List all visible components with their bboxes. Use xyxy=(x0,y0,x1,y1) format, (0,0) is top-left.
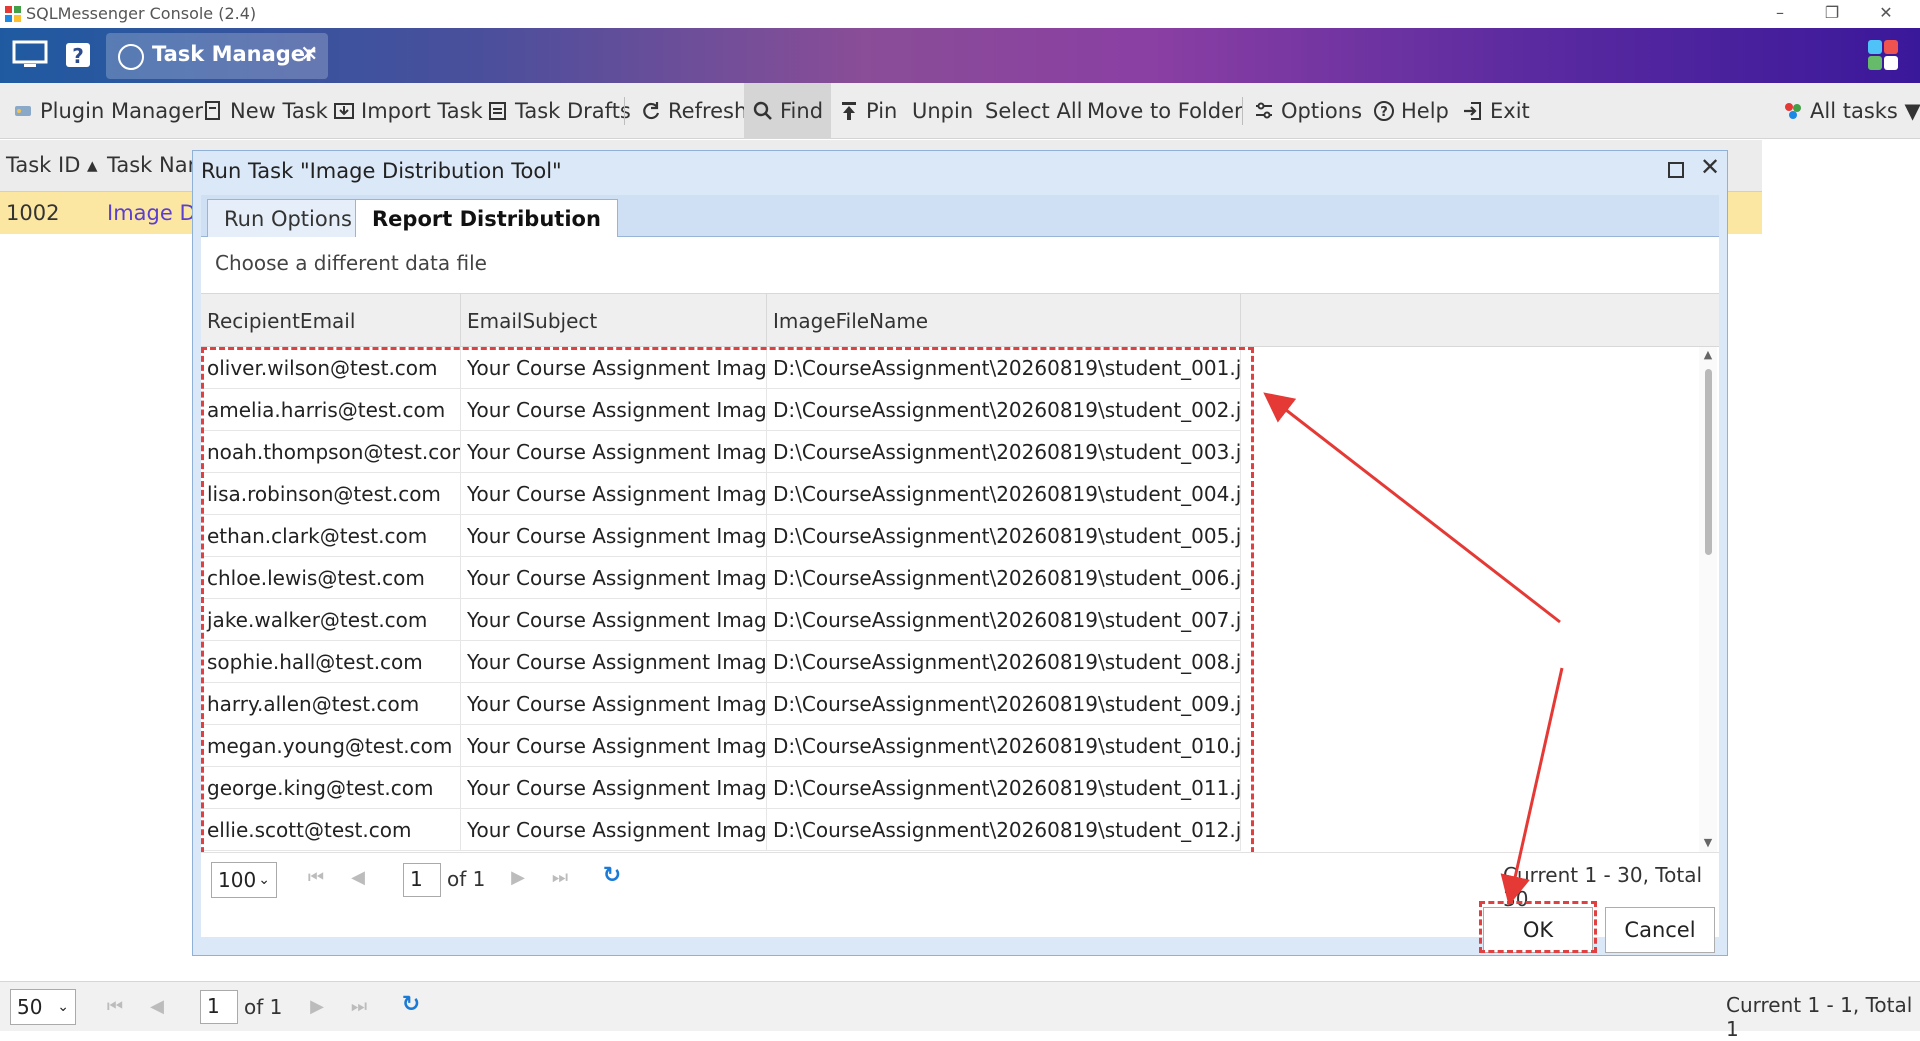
column-recipient-email[interactable]: RecipientEmail xyxy=(201,294,461,348)
prev-page-icon[interactable]: ◀ xyxy=(146,996,168,1018)
help-icon: ? xyxy=(1374,101,1394,121)
plugin-manager-button[interactable]: Plugin Manager xyxy=(12,83,203,139)
new-task-button[interactable]: New Task xyxy=(202,83,328,139)
report-distribution-panel: Choose a different data file RecipientEm… xyxy=(201,237,1719,937)
task-filter-dropdown[interactable]: All tasks ▼ xyxy=(1782,83,1920,139)
new-task-icon xyxy=(205,101,220,120)
toolbar-separator xyxy=(624,97,625,125)
next-page-icon[interactable]: ▶ xyxy=(507,867,529,889)
options-button[interactable]: Options xyxy=(1253,83,1362,139)
dialog-close-icon[interactable]: ✕ xyxy=(1697,155,1723,181)
dialog-page-size-select[interactable]: 100 ⌄ xyxy=(211,862,277,898)
main-toolbar: Plugin Manager New Task Import Task Task… xyxy=(0,83,1920,139)
first-page-icon[interactable]: ⏮ xyxy=(305,867,327,889)
close-tab-icon[interactable]: ✕ xyxy=(300,42,318,67)
app-icon xyxy=(5,6,21,22)
first-page-icon[interactable]: ⏮ xyxy=(104,996,126,1018)
pin-button[interactable]: Pin xyxy=(838,83,897,139)
pager-summary: Current 1 - 1, Total 1 xyxy=(1726,993,1913,1041)
window-title: SQLMessenger Console (2.4) xyxy=(26,4,257,23)
tab-task-manager-label: Task Manager xyxy=(152,42,316,66)
close-window-button[interactable]: ✕ xyxy=(1866,2,1906,26)
scroll-thumb[interactable] xyxy=(1705,369,1712,555)
import-icon xyxy=(334,103,354,119)
pin-icon xyxy=(842,102,856,120)
help-square-icon[interactable]: ? xyxy=(60,40,96,70)
chevron-down-icon: ⌄ xyxy=(258,872,270,888)
column-email-subject[interactable]: EmailSubject xyxy=(461,294,767,348)
grid-vertical-scrollbar[interactable]: ▲ ▼ xyxy=(1699,347,1717,852)
refresh-button[interactable]: Refresh xyxy=(640,83,747,139)
distribution-grid-pager: 100 ⌄ ⏮ ◀ 1 of 1 ▶ ⏭ ↻ Current 1 - 30, T… xyxy=(201,852,1719,911)
run-task-dialog: Run Task "Image Distribution Tool" ✕ Run… xyxy=(192,150,1728,956)
page-number-input[interactable]: 1 xyxy=(200,990,238,1024)
dialog-tabs: Run Options Report Distribution xyxy=(201,195,1719,238)
drafts-icon xyxy=(489,102,506,120)
options-icon xyxy=(1256,102,1272,119)
distribution-grid-header: RecipientEmail EmailSubject ImageFileNam… xyxy=(201,293,1719,348)
svg-text:?: ? xyxy=(72,44,84,68)
dialog-title: Run Task "Image Distribution Tool" xyxy=(201,159,562,183)
unpin-button[interactable]: Unpin xyxy=(912,83,973,139)
monitor-icon[interactable] xyxy=(12,40,48,70)
next-page-icon[interactable]: ▶ xyxy=(306,996,328,1018)
cancel-button[interactable]: Cancel xyxy=(1605,907,1715,953)
plugin-icon xyxy=(15,106,31,116)
task-manager-icon xyxy=(118,44,144,70)
tab-task-manager[interactable]: Task Manager ✕ xyxy=(106,33,328,79)
toolbar-separator xyxy=(1242,97,1243,125)
scroll-down-icon[interactable]: ▼ xyxy=(1702,837,1714,849)
column-task-id[interactable]: Task ID ▴ xyxy=(6,153,98,177)
tab-run-options[interactable]: Run Options xyxy=(207,199,369,237)
task-grid-pager: 50 ⌄ ⏮ ◀ 1 of 1 ▶ ⏭ ↻ Current 1 - 1, Tot… xyxy=(0,981,1920,1041)
task-name-cell[interactable]: Image Di xyxy=(107,201,201,225)
last-page-icon[interactable]: ⏭ xyxy=(348,996,370,1018)
last-page-icon[interactable]: ⏭ xyxy=(549,867,571,889)
search-icon xyxy=(753,101,772,120)
exit-button[interactable]: Exit xyxy=(1462,83,1530,139)
task-id-cell: 1002 xyxy=(6,201,60,225)
scroll-up-icon[interactable]: ▲ xyxy=(1702,349,1714,361)
app-header: ? Task Manager ✕ xyxy=(0,28,1920,83)
prev-page-icon[interactable]: ◀ xyxy=(347,867,369,889)
move-to-folder-button[interactable]: Move to Folder xyxy=(1087,83,1243,139)
maximize-icon[interactable] xyxy=(1665,159,1687,181)
annotation-highlight-ok xyxy=(1479,901,1597,953)
tasks-filter-icon xyxy=(1785,103,1801,119)
help-button[interactable]: ? Help xyxy=(1373,83,1449,139)
minimize-button[interactable]: – xyxy=(1760,2,1800,26)
tab-report-distribution[interactable]: Report Distribution xyxy=(355,199,618,238)
dialog-pager-refresh-icon[interactable]: ↻ xyxy=(601,865,623,887)
choose-data-file-link[interactable]: Choose a different data file xyxy=(215,251,487,275)
app-logo-icon xyxy=(1868,40,1898,70)
svg-text:?: ? xyxy=(1380,105,1388,120)
page-count-label: of 1 xyxy=(244,995,283,1019)
column-task-name[interactable]: Task Nan xyxy=(107,153,201,177)
column-image-file-name[interactable]: ImageFileName xyxy=(767,294,1241,348)
find-button[interactable]: Find xyxy=(744,83,832,139)
window-titlebar: SQLMessenger Console (2.4) – ❐ ✕ xyxy=(0,0,1920,28)
task-drafts-button[interactable]: Task Drafts xyxy=(487,83,631,139)
import-task-button[interactable]: Import Task xyxy=(333,83,483,139)
dialog-page-count-label: of 1 xyxy=(447,867,486,891)
exit-icon xyxy=(1464,102,1481,120)
restore-button[interactable]: ❐ xyxy=(1812,2,1852,26)
chevron-down-icon: ⌄ xyxy=(57,999,69,1015)
select-all-button[interactable]: Select All xyxy=(985,83,1083,139)
annotation-highlight-grid xyxy=(201,347,1254,862)
pager-refresh-icon[interactable]: ↻ xyxy=(400,994,422,1016)
page-size-select[interactable]: 50 ⌄ xyxy=(10,989,76,1025)
refresh-icon xyxy=(643,102,660,120)
dialog-page-number-input[interactable]: 1 xyxy=(403,863,441,897)
